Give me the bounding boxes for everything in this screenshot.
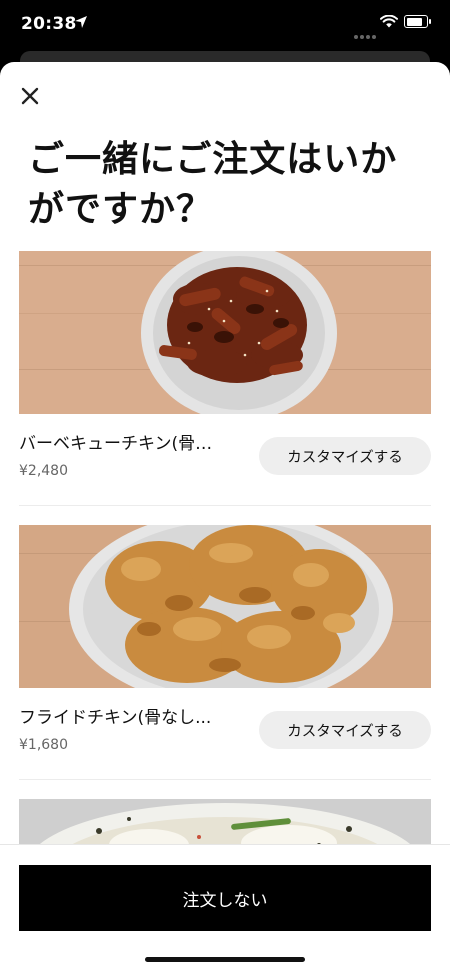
status-time: 20:38	[21, 14, 77, 34]
divider	[19, 505, 431, 506]
item-name: フライドチキン(骨なし...	[19, 708, 212, 728]
item-price: ¥1,680	[19, 737, 68, 753]
location-arrow-icon	[75, 16, 87, 28]
list-item: バーベキューチキン(骨… ¥2,480 カスタマイズする	[19, 251, 431, 479]
wifi-icon	[380, 15, 398, 28]
item-price: ¥2,480	[19, 463, 68, 479]
item-name: バーベキューチキン(骨…	[19, 434, 213, 454]
home-indicator	[145, 957, 305, 962]
status-bar: 20:38	[0, 0, 450, 50]
signal-dots-icon	[354, 24, 378, 43]
decline-button[interactable]: 注文しない	[19, 865, 431, 931]
food-image-fried-chicken	[19, 525, 431, 688]
close-icon[interactable]	[18, 84, 42, 108]
customize-button[interactable]: カスタマイズする	[259, 711, 431, 749]
food-image-bbq-chicken	[19, 251, 431, 414]
footer: 注文しない	[0, 844, 450, 972]
list-item: フライドチキン(骨なし... ¥1,680 カスタマイズする	[19, 525, 431, 753]
battery-icon	[404, 15, 431, 28]
page-title: ご一緒にご注文はいかがですか？	[28, 139, 398, 230]
upsell-sheet: ご一緒にご注文はいかがですか？ バーベキューチキン(骨… ¥2,480 カスタマ…	[0, 62, 450, 972]
divider	[19, 779, 431, 780]
customize-button[interactable]: カスタマイズする	[259, 437, 431, 475]
